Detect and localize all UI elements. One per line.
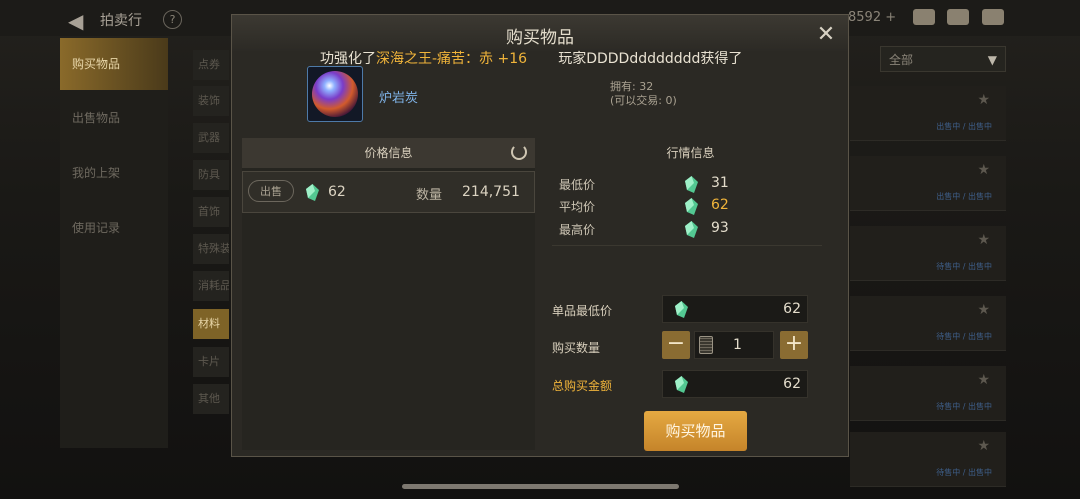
subnav-item[interactable]: 首饰 [193,197,229,227]
gem-icon [675,376,688,393]
total-price-field: 62 [662,370,808,398]
list-item[interactable]: ★ 出售中 / 出售中 [850,86,1006,141]
ticker-item: 深海之王-痛苦：赤 +16 [376,51,528,67]
divider [552,245,822,246]
ticker-suffix: 玩家DDDDdddddddd获得了 [558,51,743,67]
item-icon[interactable] [307,66,363,122]
back-arrow-icon[interactable]: ◀ [68,9,83,33]
calculator-icon[interactable] [699,336,713,354]
decrease-quantity-button[interactable]: − [662,331,690,359]
list-item-status: 待售中 / 出售中 [936,262,992,271]
nav-my-listings[interactable]: 我的上架 [60,147,168,199]
close-icon[interactable]: ✕ [815,24,837,46]
star-icon[interactable]: ★ [977,302,990,318]
min-price-value: 31 [711,175,729,191]
list-item-status: 出售中 / 出售中 [936,122,992,131]
list-item[interactable]: ★ 待售中 / 出售中 [850,226,1006,281]
star-icon[interactable]: ★ [977,232,990,248]
total-price-label: 总购买金额 [552,379,613,393]
mail-icon[interactable] [947,9,969,25]
max-price-value: 93 [711,220,729,236]
price-info-header: 价格信息 [242,138,535,168]
subnav-item[interactable]: 装饰 [193,86,229,116]
subnav-item[interactable]: 卡片 [193,347,229,377]
subnav-item[interactable]: 点券 [193,50,229,80]
price-listing-row[interactable]: 出售 62 数量 214,751 [242,171,535,213]
list-item[interactable]: ★ 出售中 / 出售中 [850,156,1006,211]
quantity-value: 1 [733,337,742,353]
nav-sell-items[interactable]: 出售物品 [60,92,168,144]
subnav-item[interactable]: 武器 [193,123,229,153]
list-item[interactable]: ★ 待售中 / 出售中 [850,366,1006,421]
quantity-label: 数量 [416,188,443,203]
subnav-item[interactable]: 消耗品 [193,271,229,301]
list-item-status: 出售中 / 出售中 [936,192,992,201]
list-item-status: 待售中 / 出售中 [936,332,992,341]
list-item[interactable]: ★ 待售中 / 出售中 [850,296,1006,351]
max-price-label: 最高价 [559,223,596,237]
gem-icon [685,198,698,215]
list-item-status: 待售中 / 出售中 [936,468,992,477]
listing-price: 62 [328,184,346,200]
price-info-panel: 价格信息 出售 62 数量 214,751 [242,138,535,450]
sell-tag: 出售 [248,180,294,202]
dialog-title: 购买物品 [506,28,574,48]
subnav-item-materials[interactable]: 材料 [193,309,229,339]
broadcast-ticker: 功强化了深海之王-痛苦：赤 +16 玩家DDDDdddddddd获得了 [320,48,742,68]
price-info-title: 价格信息 [364,146,413,160]
gem-icon [685,221,698,238]
subnav-item[interactable]: 防具 [193,160,229,190]
gem-icon [675,301,688,318]
star-icon[interactable]: ★ [977,438,990,454]
avg-price-label: 平均价 [559,200,596,214]
nav-usage-records[interactable]: 使用记录 [60,202,168,254]
quantity-input[interactable]: 1 [694,331,774,359]
page-title: 拍卖行 [100,13,142,29]
buy-button[interactable]: 购买物品 [644,411,747,451]
home-indicator[interactable] [402,484,679,489]
market-info-panel: 行情信息 最低价 31 平均价 62 最高价 93 单品最低价 62 购买数量 … [542,138,839,451]
owned-count: 拥有: 32 [610,80,654,93]
increase-quantity-button[interactable]: + [780,331,808,359]
star-icon[interactable]: ★ [977,92,990,108]
star-icon[interactable]: ★ [977,372,990,388]
gem-icon [306,184,319,201]
min-price-label: 最低价 [559,178,596,192]
gem-icon [685,176,698,193]
unit-price-field: 62 [662,295,808,323]
unit-price-value: 62 [783,301,801,317]
unit-price-label: 单品最低价 [552,304,613,318]
dropdown-arrow-icon: ▼ [987,53,997,67]
bag-icon[interactable] [913,9,935,25]
chat-icon[interactable] [982,9,1004,25]
tradable-count: (可以交易: 0) [610,94,677,107]
item-name: 炉岩炭 [379,91,419,106]
subnav-item[interactable]: 特殊装 [193,234,229,264]
owned-info: 拥有: 32 (可以交易: 0) [610,80,677,108]
refresh-icon[interactable] [511,144,527,160]
total-price-value: 62 [783,376,801,392]
star-icon[interactable]: ★ [977,162,990,178]
buy-item-dialog: 购买物品 ✕ 功强化了深海之王-痛苦：赤 +16 玩家DDDDdddddddd获… [231,14,849,457]
market-info-header: 行情信息 [666,146,715,160]
subnav-item[interactable]: 其他 [193,384,229,414]
dialog-header: 购买物品 ✕ [232,15,848,51]
quantity-label: 购买数量 [552,341,601,355]
help-icon[interactable]: ? [163,10,182,29]
currency-display[interactable]: 8592 + [848,10,896,25]
nav-buy-items[interactable]: 购买物品 [60,38,168,90]
list-item-status: 待售中 / 出售中 [936,402,992,411]
list-item[interactable]: ★ 待售中 / 出售中 [850,432,1006,487]
avg-price-value: 62 [711,197,729,213]
lava-stone-icon [312,71,358,117]
ticker-prefix: 功强化了 [320,51,376,67]
filter-value: 全部 [889,53,914,67]
category-filter[interactable]: 全部 ▼ [880,46,1006,72]
listing-quantity: 214,751 [462,184,520,200]
